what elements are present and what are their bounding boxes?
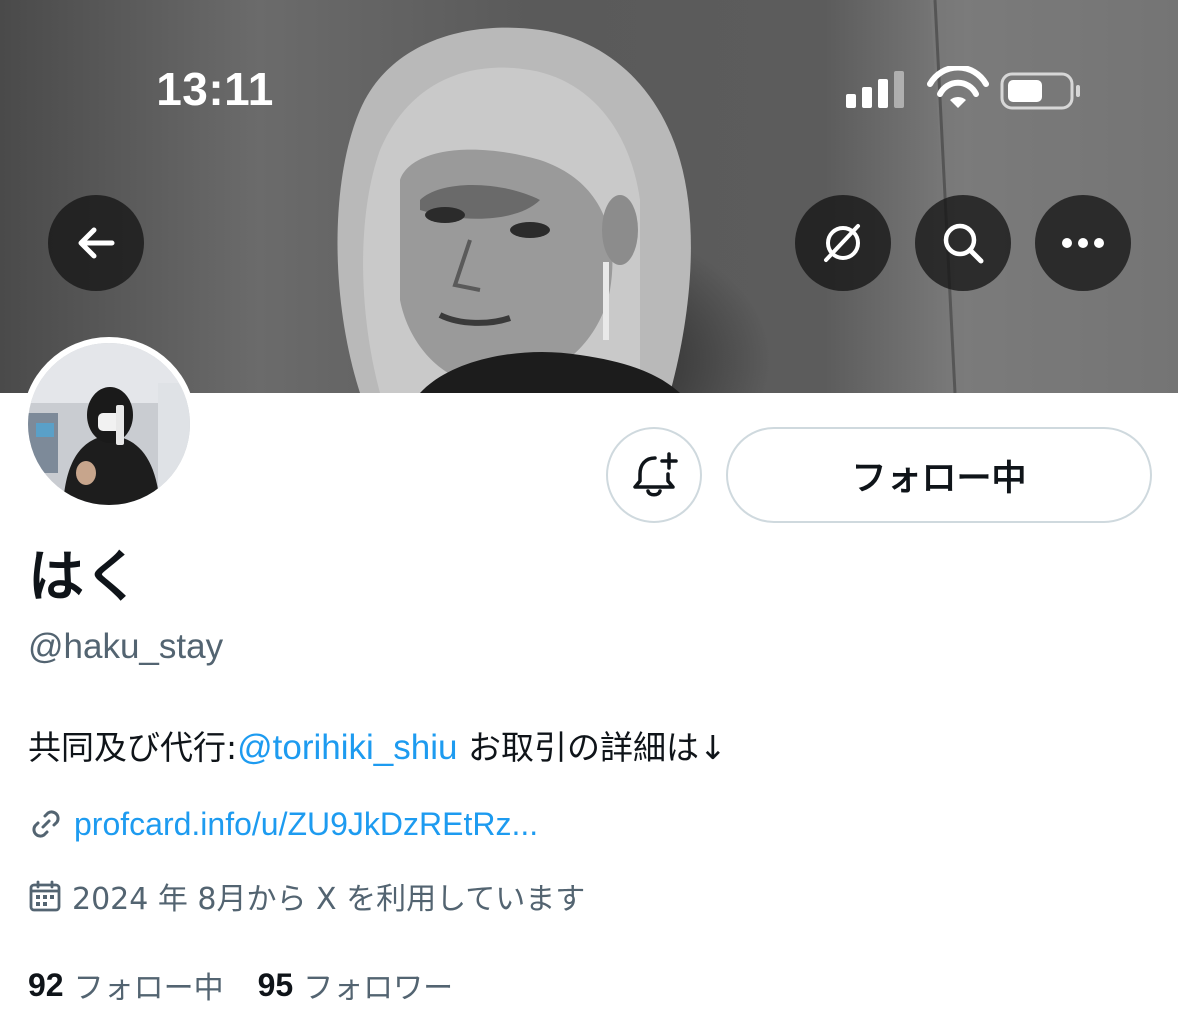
- bio-prefix: 共同及び代行:: [28, 728, 238, 767]
- wifi-icon: [927, 66, 989, 108]
- calendar-icon: [29, 880, 61, 912]
- following-count[interactable]: 92: [28, 967, 64, 1004]
- bell-plus-icon: [633, 452, 678, 497]
- search-icon: [943, 223, 984, 264]
- display-name: はく: [28, 545, 140, 610]
- bio: 共同及び代行:@torihiki_shiu お取引の詳細は↓: [28, 726, 727, 770]
- avatar[interactable]: [22, 337, 196, 511]
- more-icon: [1062, 238, 1104, 248]
- more-button[interactable]: [1035, 195, 1131, 291]
- bio-suffix: お取引の詳細は↓: [457, 728, 727, 767]
- notify-button[interactable]: [606, 427, 702, 523]
- profile-link-row: profcard.info/u/ZU9JkDzREtRz...: [28, 800, 538, 848]
- arrow-left-icon: [78, 227, 115, 259]
- profile-link[interactable]: profcard.info/u/ZU9JkDzREtRz...: [74, 806, 538, 843]
- bio-mention-link[interactable]: @torihiki_shiu: [237, 728, 457, 767]
- banner-photo: [337, 0, 1178, 393]
- joined-row: 2024 年 8月から X を利用しています: [28, 872, 585, 920]
- status-icons: [846, 66, 1080, 110]
- followers-count[interactable]: 95: [258, 967, 294, 1004]
- handle: @haku_stay: [28, 627, 224, 666]
- grok-icon: [824, 224, 860, 262]
- following-button[interactable]: フォロー中: [726, 427, 1152, 523]
- cellular-signal-icon: [846, 71, 904, 108]
- joined-date: 2024 年 8月から X を利用しています: [72, 882, 586, 917]
- battery-icon: [1000, 72, 1080, 110]
- followers-label[interactable]: フォロワー: [303, 963, 453, 1007]
- search-button[interactable]: [915, 195, 1011, 291]
- back-button[interactable]: [48, 195, 144, 291]
- status-time: 13:11: [156, 63, 274, 115]
- grok-button[interactable]: [795, 195, 891, 291]
- following-label[interactable]: フォロー中: [74, 963, 224, 1007]
- avatar-photo: [28, 343, 190, 505]
- link-icon: [32, 810, 60, 838]
- follow-stats: 92 フォロー中 95 フォロワー: [28, 962, 453, 1008]
- profile-banner[interactable]: 13:11: [0, 0, 1178, 393]
